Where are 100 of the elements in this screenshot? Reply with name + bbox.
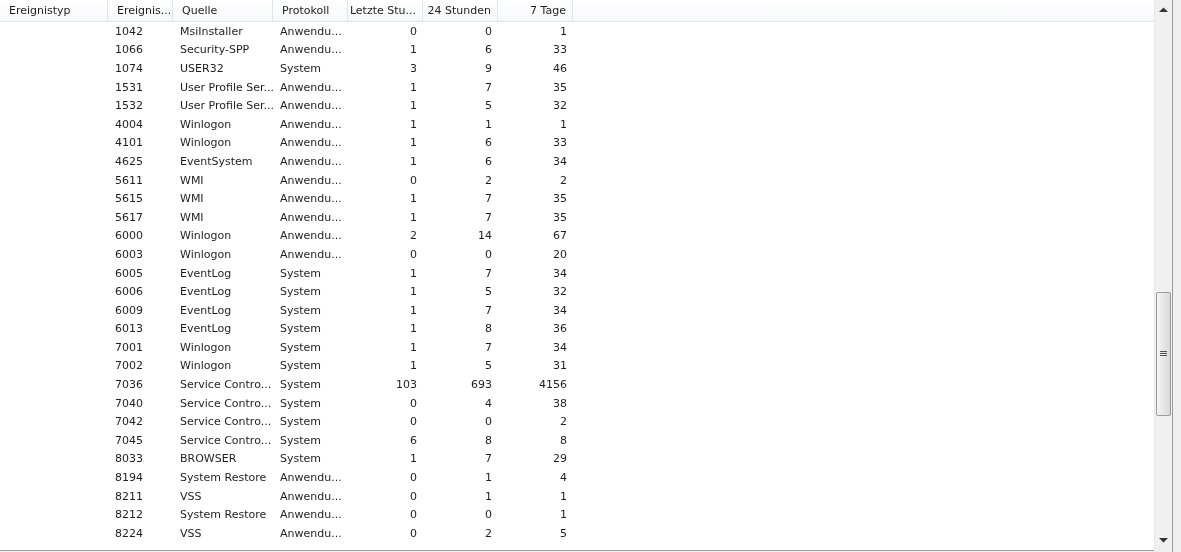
table-cell: 2 — [485, 526, 492, 540]
table-cell: 31 — [553, 359, 567, 373]
table-cell: 8 — [485, 433, 492, 447]
table-cell: Anwendu... — [280, 210, 342, 224]
table-cell: 0 — [410, 173, 417, 187]
scroll-down-icon[interactable] — [1159, 537, 1168, 543]
table-cell: 7 — [485, 192, 492, 206]
table-cell: Winlogon — [180, 359, 232, 373]
column-header[interactable]: Ereignis... — [108, 0, 173, 21]
table-cell: 34 — [553, 266, 567, 280]
table-cell: 0 — [485, 247, 492, 261]
table-cell: 1 — [410, 359, 417, 373]
table-cell: System — [280, 266, 322, 280]
table-cell: 1 — [410, 210, 417, 224]
table-cell: 3 — [410, 62, 417, 75]
table-cell: 34 — [553, 154, 567, 168]
table-cell: MsiInstaller — [180, 24, 243, 38]
table-cell: 1 — [410, 340, 417, 354]
table-cell: 1 — [410, 322, 417, 336]
table-cell: Anwendu... — [280, 526, 342, 540]
table-cell: 4 — [485, 396, 492, 410]
table-cell: 29 — [553, 452, 567, 466]
table-cell: 0 — [410, 508, 417, 522]
table-cell: EventLog — [180, 322, 232, 336]
table-cell: WMI — [180, 192, 204, 206]
table-cell: 7 — [485, 80, 492, 94]
table-cell: 36 — [553, 322, 567, 336]
table-cell: 20 — [553, 247, 567, 261]
table-cell: 6003 — [115, 247, 143, 261]
table-cell: 1 — [560, 508, 567, 522]
table-cell: 33 — [553, 136, 567, 150]
table-cell: System — [280, 378, 322, 392]
table-cell: 0 — [485, 415, 492, 429]
table-cell: 8211 — [115, 489, 143, 503]
table-cell: 7002 — [115, 359, 143, 373]
table-cell: 1 — [410, 99, 417, 113]
table-cell: 0 — [410, 24, 417, 38]
table-cell: System — [280, 359, 322, 373]
table-cell: 6013 — [115, 322, 143, 336]
table-cell: 1532 — [115, 99, 143, 113]
table-cell: 4 — [560, 471, 567, 485]
table-cell: 0 — [410, 526, 417, 540]
column-header[interactable]: 24 Stunden — [423, 0, 498, 21]
column-header[interactable]: Letzte Stu... — [348, 0, 423, 21]
table-cell: 5 — [485, 285, 492, 299]
column-header[interactable]: Protokoll — [273, 0, 348, 21]
table-cell: 5617 — [115, 210, 143, 224]
table-cell: EventLog — [180, 266, 232, 280]
table-cell: 1074 — [115, 62, 143, 75]
table-cell: EventLog — [180, 285, 232, 299]
table-cell: Anwendu... — [280, 154, 342, 168]
table-cell: System — [280, 452, 322, 466]
table-cell: 1 — [410, 303, 417, 317]
table-cell: Anwendu... — [280, 229, 342, 243]
table-cell: Service Contro... — [180, 415, 272, 429]
table-cell: 32 — [553, 99, 567, 113]
table-cell: 2 — [485, 173, 492, 187]
table-cell: System — [280, 415, 322, 429]
column-header[interactable]: Ereignistyp — [0, 0, 108, 21]
table-cell: Anwendu... — [280, 508, 342, 522]
table-cell: 8033 — [115, 452, 143, 466]
scroll-thumb[interactable] — [1156, 292, 1171, 416]
table-cell: 2 — [560, 415, 567, 429]
table-cell: 0 — [410, 415, 417, 429]
table-cell: 0 — [410, 471, 417, 485]
scrollbar[interactable] — [1154, 0, 1172, 550]
table-cell: Anwendu... — [280, 471, 342, 485]
table-cell: 35 — [553, 80, 567, 94]
column-header[interactable]: Quelle — [173, 0, 273, 21]
table-cell: 8 — [485, 322, 492, 336]
table-cell: 33 — [553, 43, 567, 57]
table-cell: Service Contro... — [180, 396, 272, 410]
table-cell: 5615 — [115, 192, 143, 206]
table-cell: Anwendu... — [280, 489, 342, 503]
table-cell: 1 — [410, 266, 417, 280]
table-cell: USER32 — [180, 62, 224, 75]
table-cell: Service Contro... — [180, 433, 272, 447]
table-cell: System — [280, 322, 322, 336]
table-cell: 1 — [485, 117, 492, 131]
table-cell: 1042 — [115, 24, 143, 38]
table-cell: 1 — [410, 154, 417, 168]
table-cell: 1 — [410, 43, 417, 57]
table-cell: 6 — [485, 43, 492, 57]
table-cell: 7040 — [115, 396, 143, 410]
table-cell: Anwendu... — [280, 80, 342, 94]
table-cell: 7 — [485, 210, 492, 224]
column-header[interactable]: 7 Tage — [498, 0, 573, 21]
table-cell: Anwendu... — [280, 136, 342, 150]
table-cell: 693 — [471, 378, 492, 392]
table-cell: 1 — [410, 452, 417, 466]
table-cell: WMI — [180, 173, 204, 187]
scroll-up-icon[interactable] — [1159, 7, 1168, 13]
table-cell: 38 — [553, 396, 567, 410]
table-cell: WMI — [180, 210, 204, 224]
table-cell: 1531 — [115, 80, 143, 94]
table-cell: Winlogon — [180, 136, 232, 150]
table-cell: 5611 — [115, 173, 143, 187]
table-cell: System — [280, 433, 322, 447]
table-cell: 8224 — [115, 526, 143, 540]
table-cell: 46 — [553, 62, 567, 75]
